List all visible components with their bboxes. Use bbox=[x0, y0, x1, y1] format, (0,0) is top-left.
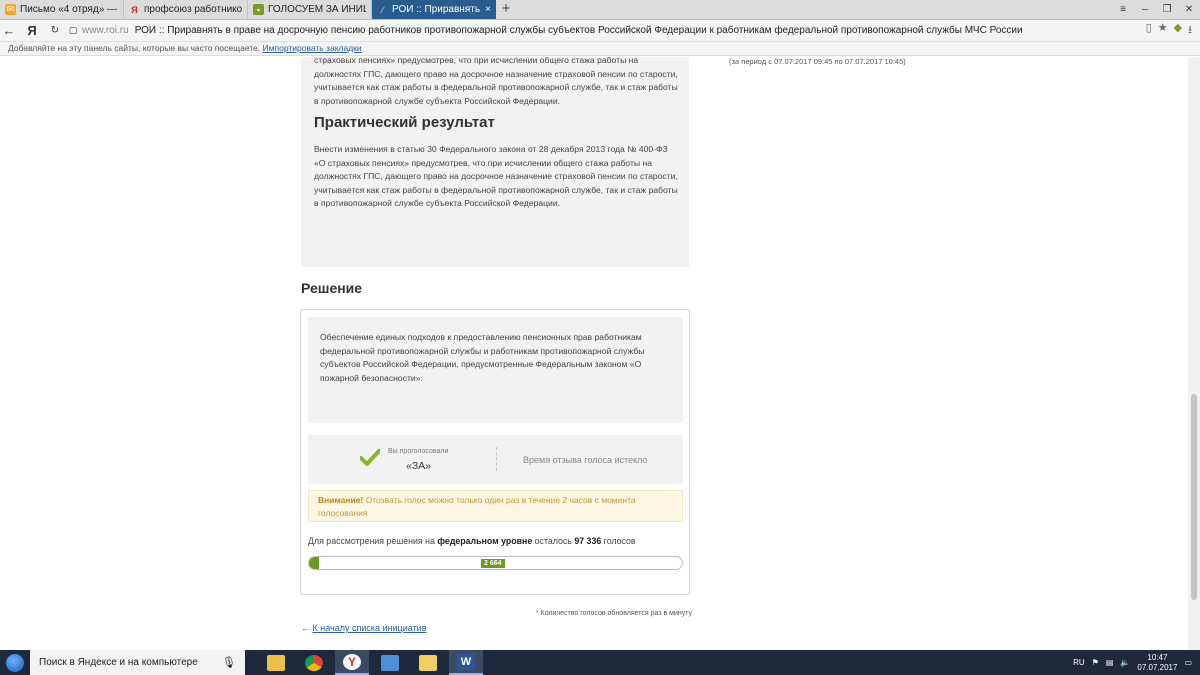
remaining-prefix: Для рассмотрения решения на bbox=[308, 536, 438, 546]
remaining-count: 97 336 bbox=[574, 536, 602, 546]
action-center-flag-icon[interactable]: ⚑ bbox=[1092, 658, 1099, 667]
initiative-details: страховых пенсиях» предусмотрев, что при… bbox=[301, 57, 689, 267]
bookmarks-hint: Добавляйте на эту панель сайты, которые … bbox=[8, 43, 261, 53]
remaining-suffix: голосов bbox=[601, 536, 636, 546]
practical-result-heading: Практический результат bbox=[314, 114, 495, 131]
mail-icon: ✉ bbox=[5, 4, 16, 15]
warning-text: Отозвать голос можно только один раз в т… bbox=[318, 495, 636, 518]
taskbar-search-placeholder: Поиск в Яндексе и на компьютере bbox=[39, 657, 198, 668]
yandex-browser-icon[interactable]: Y bbox=[335, 650, 369, 675]
tab-trade-union[interactable]: Я профсоюз работников гос bbox=[124, 0, 248, 19]
bookmark-star-icon[interactable]: ★ bbox=[1158, 21, 1168, 40]
tab-title: ГОЛОСУЕМ ЗА ИНИЦИАТИ bbox=[268, 4, 366, 15]
decision-card: Обеспечение единых подходов к предоставл… bbox=[300, 309, 690, 595]
decision-heading: Решение bbox=[301, 280, 363, 296]
tab-title: РОИ :: Приравнять в пра bbox=[392, 4, 481, 15]
vote-value: «ЗА» bbox=[406, 460, 432, 472]
tab-title: Письмо «4 отряд» — Дим bbox=[20, 4, 118, 15]
flag-icon: ▪ bbox=[253, 4, 264, 15]
progress-fill bbox=[309, 557, 319, 569]
window-controls: ≡ – ❐ ✕ bbox=[1112, 0, 1200, 19]
address-bar: ← Я ↻ ▢ www.roi.ru РОИ :: Приравнять в п… bbox=[0, 20, 1200, 42]
folder-icon[interactable] bbox=[411, 650, 445, 675]
download-icon[interactable]: ⭳ bbox=[1188, 21, 1192, 40]
vote-label: Вы проголосовали bbox=[388, 448, 449, 455]
start-button[interactable] bbox=[0, 650, 30, 675]
intro-paragraph: страховых пенсиях» предусмотрев, что при… bbox=[314, 57, 678, 106]
warning-notice: Внимание! Отозвать голос можно только од… bbox=[308, 490, 683, 522]
maximize-icon[interactable]: ❐ bbox=[1156, 0, 1178, 19]
roi-icon: ⁄ bbox=[381, 4, 384, 15]
remaining-votes: Для рассмотрения решения на федеральном … bbox=[308, 536, 636, 546]
tab-roi[interactable]: ⁄ РОИ :: Приравнять в пра × bbox=[372, 0, 496, 19]
reload-icon[interactable]: ↻ bbox=[46, 25, 64, 36]
tab-bar: ✉ Письмо «4 отряд» — Дим Я профсоюз рабо… bbox=[0, 0, 1200, 20]
remaining-middle: осталось bbox=[532, 536, 575, 546]
taskbar: Поиск в Яндексе и на компьютере 🎙 Y W RU… bbox=[0, 650, 1200, 675]
decision-text: Обеспечение единых подходов к предоставл… bbox=[308, 317, 683, 423]
back-arrow-icon[interactable]: ← bbox=[0, 23, 18, 38]
close-tab-icon[interactable]: × bbox=[485, 4, 491, 15]
back-to-list-link[interactable]: ← К началу списка инициатив bbox=[301, 623, 426, 633]
system-tray: RU ⚑ ▤ 🔈 10:47 07.07.2017 ▭ bbox=[1073, 653, 1200, 673]
page-scrollbar[interactable] bbox=[1188, 57, 1200, 650]
word-icon[interactable]: W bbox=[449, 650, 483, 675]
vote-status: Вы проголосовали «ЗА» Время отзыва голос… bbox=[308, 435, 683, 484]
yandex-icon: Я bbox=[131, 4, 138, 15]
notifications-icon[interactable]: ▭ bbox=[1184, 658, 1192, 667]
microphone-icon[interactable]: 🎙 bbox=[222, 656, 236, 669]
yandex-logo[interactable]: Я bbox=[18, 23, 46, 38]
clock[interactable]: 10:47 07.07.2017 bbox=[1137, 653, 1177, 673]
back-link-text[interactable]: К началу списка инициатив bbox=[313, 623, 427, 633]
windows-icon bbox=[6, 653, 24, 672]
practical-result-paragraph: Внести изменения в статью 30 Федеральног… bbox=[314, 144, 678, 209]
update-footnote: * Количество голосов обновляется раз в м… bbox=[536, 610, 693, 617]
clock-time: 10:47 bbox=[1147, 652, 1168, 662]
network-icon[interactable]: ▤ bbox=[1106, 658, 1114, 667]
chrome-icon[interactable] bbox=[297, 650, 331, 675]
checkmark-icon bbox=[360, 449, 380, 466]
page-title: РОИ :: Приравнять в праве на досрочную п… bbox=[134, 25, 1023, 36]
lock-icon: ▢ bbox=[68, 25, 78, 35]
reader-icon[interactable]: ▯ bbox=[1146, 21, 1152, 40]
page-content: страховых пенсиях» предусмотрев, что при… bbox=[0, 57, 1188, 650]
close-window-icon[interactable]: ✕ bbox=[1178, 0, 1200, 19]
tab-title: профсоюз работников гос bbox=[144, 4, 242, 15]
clock-date: 07.07.2017 bbox=[1137, 662, 1178, 672]
warning-strong: Внимание! bbox=[318, 495, 364, 505]
revoke-expired-text: Время отзыва голоса истекло bbox=[523, 455, 648, 465]
left-arrow-icon: ← bbox=[301, 623, 310, 633]
taskbar-search[interactable]: Поиск в Яндексе и на компьютере 🎙 bbox=[30, 650, 245, 675]
minimize-icon[interactable]: – bbox=[1134, 0, 1156, 19]
url-host: www.roi.ru bbox=[82, 25, 129, 36]
tab-mail[interactable]: ✉ Письмо «4 отряд» — Дим bbox=[0, 0, 124, 19]
extension-icon[interactable]: ◆ bbox=[1174, 21, 1182, 40]
import-bookmarks-link[interactable]: Импортировать закладки bbox=[263, 43, 362, 53]
scrollbar-thumb[interactable] bbox=[1191, 394, 1197, 600]
period-note: (за период с 07.07.2017 09:45 по 07.07.2… bbox=[729, 57, 906, 66]
bookmarks-bar: Добавляйте на эту панель сайты, которые … bbox=[0, 42, 1200, 56]
remaining-level: федеральном уровне bbox=[437, 536, 533, 546]
divider bbox=[496, 447, 497, 471]
remote-desktop-icon[interactable] bbox=[373, 650, 407, 675]
votes-progress-bar: 2 664 bbox=[308, 556, 683, 570]
url-field[interactable]: www.roi.ru РОИ :: Приравнять в праве на … bbox=[82, 22, 1146, 40]
volume-icon[interactable]: 🔈 bbox=[1120, 658, 1130, 667]
tab-vote[interactable]: ▪ ГОЛОСУЕМ ЗА ИНИЦИАТИ bbox=[248, 0, 372, 19]
language-indicator[interactable]: RU bbox=[1073, 658, 1085, 667]
votes-count-badge: 2 664 bbox=[481, 559, 505, 568]
file-explorer-icon[interactable] bbox=[259, 650, 293, 675]
menu-icon[interactable]: ≡ bbox=[1112, 0, 1134, 19]
new-tab-button[interactable]: + bbox=[496, 0, 516, 19]
